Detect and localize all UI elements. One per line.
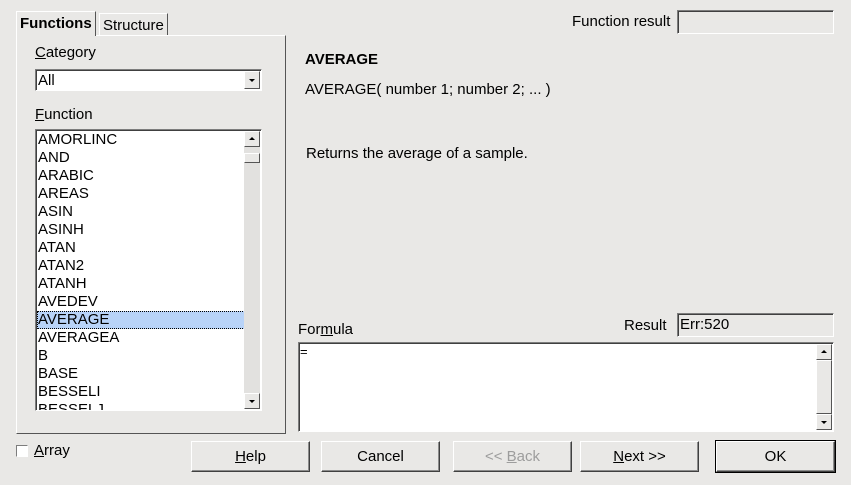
function-list-item[interactable]: AREAS <box>37 185 245 203</box>
category-value: All <box>38 72 55 89</box>
array-label: Array <box>34 442 70 459</box>
function-label: Function <box>35 106 93 123</box>
function-list-item[interactable]: ATANH <box>37 275 245 293</box>
chevron-down-icon <box>249 79 255 82</box>
function-list-item[interactable]: B <box>37 347 245 365</box>
chevron-up-icon <box>249 137 255 140</box>
function-list-items: AMORLINC AND ARABIC AREAS ASIN ASINH ATAN ATAN2… <box>37 131 245 410</box>
tab-functions[interactable]: Functions <box>16 11 96 36</box>
chevron-up-icon <box>821 350 827 353</box>
result-label: Result <box>624 317 667 334</box>
function-list-item[interactable]: AMORLINC <box>37 131 245 149</box>
function-list-item[interactable]: BESSELI <box>37 383 245 401</box>
tab-structure-label: Structure <box>103 17 164 34</box>
formula-value: = <box>300 344 308 359</box>
category-dropdown[interactable]: All <box>35 69 262 91</box>
scroll-down-button[interactable] <box>816 414 832 430</box>
function-list-item[interactable]: ASIN <box>37 203 245 221</box>
tab-structure[interactable]: Structure <box>99 13 168 36</box>
back-button[interactable]: << Back <box>453 441 572 472</box>
function-list-item[interactable]: ARABIC <box>37 167 245 185</box>
chevron-down-icon <box>249 400 255 403</box>
function-list-item[interactable]: ASINH <box>37 221 245 239</box>
function-description: Returns the average of a sample. <box>306 145 528 162</box>
function-list-item[interactable]: AVERAGE <box>37 311 245 329</box>
category-dropdown-button[interactable] <box>244 71 260 89</box>
scroll-up-button[interactable] <box>244 131 260 147</box>
formula-scrollbar[interactable] <box>816 344 832 430</box>
function-list-item[interactable]: ATAN2 <box>37 257 245 275</box>
scroll-thumb[interactable] <box>816 360 832 414</box>
function-list-scrollbar[interactable] <box>244 131 260 409</box>
function-name-heading: AVERAGE <box>305 51 379 68</box>
function-list-item[interactable]: AND <box>37 149 245 167</box>
function-list-item[interactable]: BESSELJ <box>37 401 245 410</box>
function-list[interactable]: AMORLINC AND ARABIC AREAS ASIN ASINH ATAN ATAN2… <box>35 129 262 411</box>
function-result-label: Function result <box>572 13 671 30</box>
chevron-down-icon <box>821 421 827 424</box>
function-list-item[interactable]: BASE <box>37 365 245 383</box>
scroll-down-button[interactable] <box>244 393 260 409</box>
formula-label: Formula <box>298 321 354 338</box>
cancel-button[interactable]: Cancel <box>321 441 440 472</box>
ok-button[interactable]: OK <box>715 440 836 473</box>
next-button[interactable]: Next >> <box>580 441 699 472</box>
formula-editor[interactable]: = <box>298 342 834 432</box>
result-field: Err:520 <box>677 313 834 337</box>
function-result-field <box>677 10 834 34</box>
function-syntax: AVERAGE( number 1; number 2; ... ) <box>305 81 551 98</box>
help-button[interactable]: Help <box>191 441 310 472</box>
function-list-item[interactable]: AVEDEV <box>37 293 245 311</box>
result-value: Err:520 <box>680 316 730 333</box>
array-checkbox[interactable] <box>16 445 28 457</box>
category-label: Category <box>35 44 96 61</box>
function-list-item[interactable]: AVERAGEA <box>37 329 245 347</box>
tab-functions-label: Functions <box>20 15 92 32</box>
scroll-thumb[interactable] <box>244 153 260 163</box>
scroll-up-button[interactable] <box>816 344 832 360</box>
function-list-item[interactable]: ATAN <box>37 239 245 257</box>
